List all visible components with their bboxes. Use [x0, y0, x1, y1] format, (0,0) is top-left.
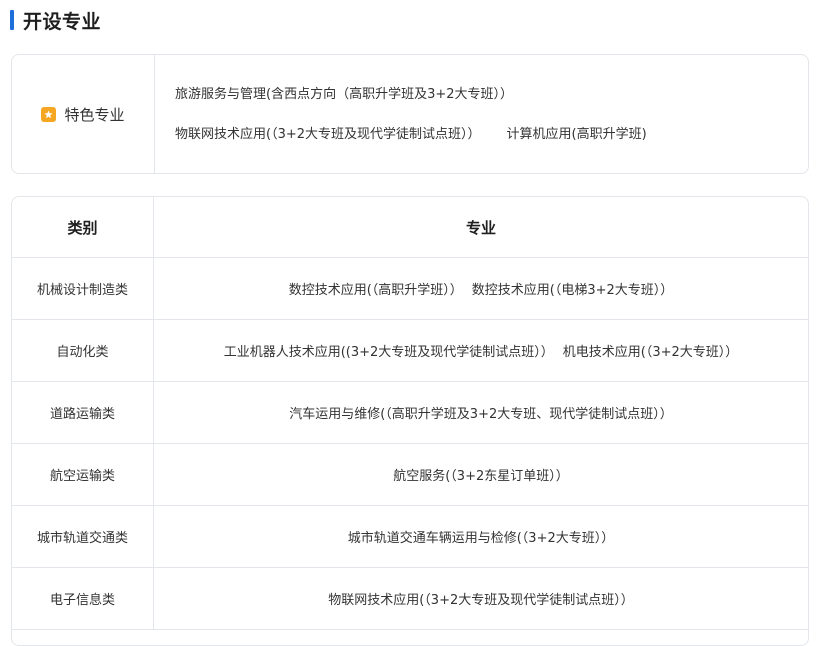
featured-major-link[interactable]: 物联网技术应用(（3+2大专班及现代学徒制试点班）） — [175, 127, 481, 142]
major-link[interactable]: 机电技术应用(（3+2大专班）） — [563, 341, 739, 360]
header-major: 专业 — [465, 218, 496, 237]
major-link[interactable]: 数控技术应用(（高职升学班）） — [289, 279, 463, 298]
category-cell: 自动化类 — [12, 320, 154, 381]
star-badge-icon — [41, 106, 57, 122]
section-title: 开设专业 — [23, 10, 102, 33]
featured-label-cell: 特色专业 — [12, 55, 155, 173]
category-cell: 道路运输类 — [12, 382, 154, 443]
major-cell: 汽车运用与维修(（高职升学班及3+2大专班、现代学徒制试点班）） — [154, 382, 808, 443]
table-row: 电子信息类 物联网技术应用(（3+2大专班及现代学徒制试点班）） — [12, 568, 808, 630]
section-header: 开设专业 — [10, 8, 102, 33]
major-link[interactable]: 汽车运用与维修(（高职升学班及3+2大专班、现代学徒制试点班）） — [289, 403, 673, 422]
major-link[interactable]: 工业机器人技术应用((3+2大专班及现代学徒制试点班）） — [224, 341, 554, 360]
major-cell: 航空服务(（3+2东星订单班）） — [154, 444, 808, 505]
table-row: 航空运输类 航空服务(（3+2东星订单班）） — [12, 444, 808, 506]
category-cell: 航空运输类 — [12, 444, 154, 505]
category-cell: 城市轨道交通类 — [12, 506, 154, 567]
featured-majors-list: 旅游服务与管理(含西点方向（高职升学班及3+2大专班）） 物联网技术应用(（3+… — [155, 55, 808, 173]
majors-table: 类别 专业 机械设计制造类 数控技术应用(（高职升学班）） 数控技术应用(（电梯3… — [11, 196, 809, 646]
major-link[interactable]: 数控技术应用(（电梯3+2大专班）） — [472, 279, 674, 298]
category-cell: 机械设计制造类 — [12, 258, 154, 319]
major-cell: 数控技术应用(（高职升学班）） 数控技术应用(（电梯3+2大专班）） — [154, 258, 808, 319]
major-cell: 工业机器人技术应用((3+2大专班及现代学徒制试点班）） 机电技术应用(（3+2大… — [154, 320, 808, 381]
featured-major-link[interactable]: 旅游服务与管理(含西点方向（高职升学班及3+2大专班）） — [175, 87, 513, 102]
featured-majors-card: 特色专业 旅游服务与管理(含西点方向（高职升学班及3+2大专班）） 物联网技术应… — [11, 54, 809, 174]
major-link[interactable]: 城市轨道交通车辆运用与检修(（3+2大专班）） — [348, 527, 615, 546]
category-cell: 电子信息类 — [12, 568, 154, 629]
table-row: 机械设计制造类 数控技术应用(（高职升学班）） 数控技术应用(（电梯3+2大专班）… — [12, 258, 808, 320]
header-category: 类别 — [12, 197, 154, 257]
featured-label: 特色专业 — [64, 105, 125, 124]
table-row: 城市轨道交通类 城市轨道交通车辆运用与检修(（3+2大专班）） — [12, 506, 808, 568]
major-link[interactable]: 物联网技术应用(（3+2大专班及现代学徒制试点班）） — [328, 589, 634, 608]
major-cell: 城市轨道交通车辆运用与检修(（3+2大专班）） — [154, 506, 808, 567]
section-accent-bar — [10, 10, 14, 30]
featured-major-link[interactable]: 计算机应用(高职升学班) — [507, 127, 647, 142]
major-cell: 物联网技术应用(（3+2大专班及现代学徒制试点班）） — [154, 568, 808, 629]
table-row: 自动化类 工业机器人技术应用((3+2大专班及现代学徒制试点班）） 机电技术应用(… — [12, 320, 808, 382]
table-row: 道路运输类 汽车运用与维修(（高职升学班及3+2大专班、现代学徒制试点班）） — [12, 382, 808, 444]
major-link[interactable]: 航空服务(（3+2东星订单班）） — [393, 465, 569, 484]
table-header-row: 类别 专业 — [12, 197, 808, 258]
